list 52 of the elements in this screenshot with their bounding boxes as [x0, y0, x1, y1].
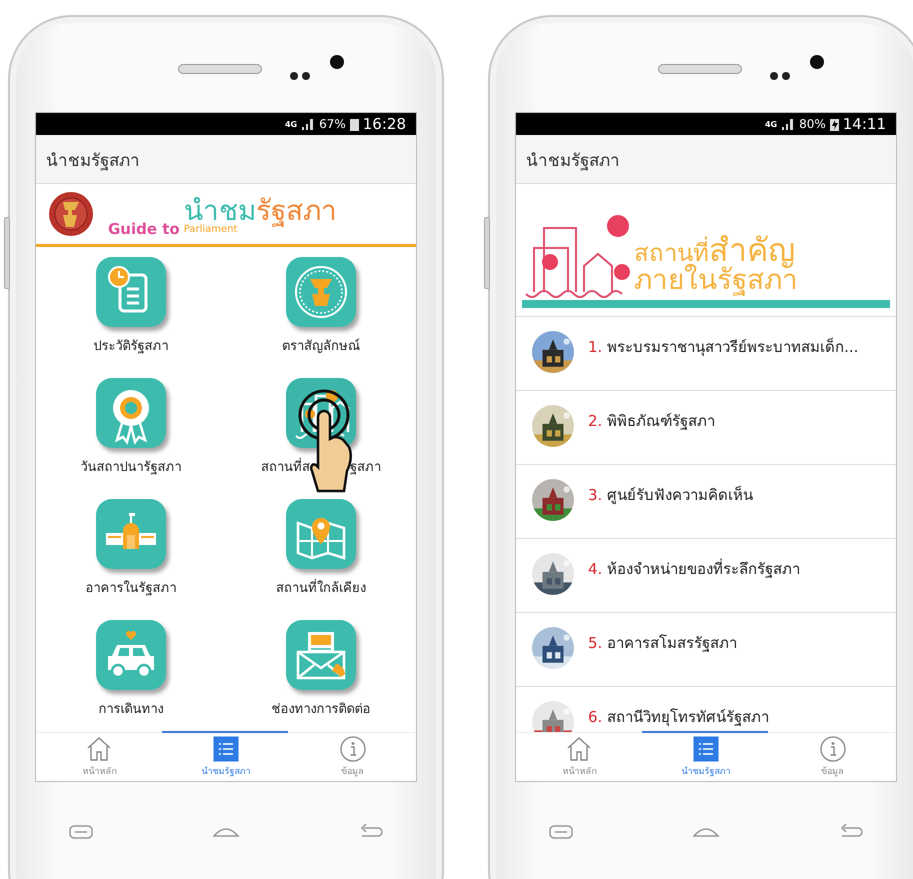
menu-tile[interactable]: สถานที่ใกล้เคียง	[276, 489, 366, 610]
nav-tab[interactable]: ข้อมูล	[769, 733, 896, 781]
signal-icon	[301, 118, 316, 130]
battery-percent: 67%	[319, 117, 346, 131]
building-icon	[96, 499, 166, 569]
nav-tab[interactable]: ข้อมูล	[289, 733, 416, 781]
sensor-icon	[770, 72, 790, 80]
menu-tile[interactable]: ประวัติรัฐสภา	[94, 247, 168, 368]
emblem-icon	[286, 257, 356, 327]
banner-title: รัฐสภา	[256, 194, 337, 227]
envelope-phone-icon	[286, 620, 356, 690]
list-item[interactable]: 1. พระบรมราชานุสาวรีย์พระบาทสมเด็ก...	[516, 317, 896, 391]
menu-tile[interactable]: สถานที่ส ฐสภา	[261, 368, 381, 489]
list-item[interactable]: 3. ศูนย์รับฟังความคิดเห็น	[516, 465, 896, 539]
list-icon	[693, 736, 719, 762]
list-item[interactable]: 4. ห้องจำหน่ายของที่ระลึกรัฐสภา	[516, 539, 896, 613]
info-icon	[820, 736, 846, 762]
app-title: นำชมรัฐสภา	[516, 135, 896, 184]
side-key[interactable]	[4, 217, 10, 289]
camera-icon	[330, 55, 344, 69]
menu-tile[interactable]: อาคารในรัฐสภา	[86, 489, 176, 610]
menu-tile[interactable]: ช่องทางการติดต่อ	[272, 610, 370, 731]
clock-time: 16:28	[362, 115, 406, 133]
nav-tab[interactable]: นำชมรัฐสภา	[162, 733, 290, 781]
clock-time: 14:11	[842, 115, 886, 133]
rosette-icon	[96, 378, 166, 448]
network-label: 4G	[284, 120, 298, 128]
car-icon	[96, 620, 166, 690]
map-pin-icon	[286, 499, 356, 569]
signal-icon	[781, 118, 796, 130]
network-label: 4G	[764, 120, 778, 128]
document-clock-icon	[96, 257, 166, 327]
camera-icon	[810, 55, 824, 69]
menu-tile[interactable]: วันสถาปนารัฐสภา	[80, 368, 182, 489]
list-item[interactable]: 2. พิพิธภัณฑ์รัฐสภา	[516, 391, 896, 465]
sensor-icon	[290, 72, 310, 80]
nav-tab[interactable]: หน้าหลัก	[36, 733, 163, 781]
app-title: นำชมรัฐสภา	[36, 135, 416, 184]
banner-subtitle: ภายในรัฐสภา	[634, 266, 799, 294]
list-item[interactable]: 5. อาคารสโมสรรัฐสภา	[516, 613, 896, 687]
menu-tile[interactable]: การเดินทาง	[96, 610, 166, 731]
home-icon	[566, 736, 592, 762]
info-icon	[340, 736, 366, 762]
menu-tile[interactable]: ตราสัญลักษณ์	[282, 247, 360, 368]
battery-percent: 80%	[799, 117, 826, 131]
home-icon	[86, 736, 112, 762]
list-icon	[213, 736, 239, 762]
nav-tab[interactable]: นำชมรัฐสภา	[642, 733, 770, 781]
banner-subtitle: Guide to	[108, 220, 180, 238]
side-key[interactable]	[484, 217, 490, 289]
nav-tab[interactable]: หน้าหลัก	[516, 733, 643, 781]
emblem-icon	[48, 191, 94, 237]
